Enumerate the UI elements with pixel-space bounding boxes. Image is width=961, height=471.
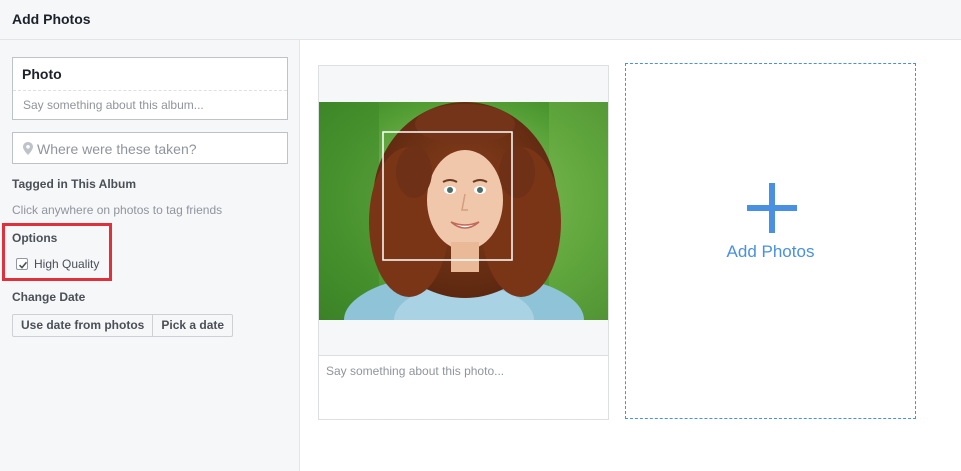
photo-grid: Say something about this photo... Add Ph… bbox=[301, 40, 961, 471]
date-button-group: Use date from photos Pick a date bbox=[12, 314, 234, 337]
add-photos-dropzone[interactable]: Add Photos bbox=[625, 63, 916, 419]
album-title-input[interactable]: Photo bbox=[22, 66, 62, 82]
plus-icon bbox=[747, 183, 797, 233]
location-input[interactable]: Where were these taken? bbox=[12, 132, 288, 164]
album-info-box: Photo Say something about this album... bbox=[12, 57, 288, 120]
album-sidebar: Photo Say something about this album... … bbox=[0, 40, 300, 471]
album-divider bbox=[13, 90, 287, 91]
add-photos-label: Add Photos bbox=[726, 242, 815, 261]
dialog-title: Add Photos bbox=[12, 11, 91, 27]
dialog-header: Add Photos bbox=[0, 0, 961, 40]
map-pin-icon bbox=[23, 142, 33, 155]
tagged-heading: Tagged in This Album bbox=[12, 177, 136, 191]
location-placeholder: Where were these taken? bbox=[37, 141, 197, 157]
album-description-input[interactable]: Say something about this album... bbox=[23, 98, 204, 112]
photo-caption-input[interactable]: Say something about this photo... bbox=[319, 355, 608, 419]
photo-caption-placeholder: Say something about this photo... bbox=[326, 364, 505, 378]
change-date-heading: Change Date bbox=[12, 290, 86, 304]
pick-a-date-button[interactable]: Pick a date bbox=[153, 314, 234, 337]
photo-card: Say something about this photo... bbox=[318, 65, 609, 420]
high-quality-checkbox[interactable] bbox=[16, 258, 28, 270]
options-heading: Options bbox=[12, 231, 58, 245]
high-quality-label: High Quality bbox=[34, 257, 100, 271]
tagged-hint: Click anywhere on photos to tag friends bbox=[12, 203, 223, 217]
checkmark-icon bbox=[18, 261, 28, 269]
use-date-from-photos-button[interactable]: Use date from photos bbox=[12, 314, 154, 337]
portrait-photo bbox=[319, 102, 608, 320]
photo-thumbnail[interactable] bbox=[319, 102, 608, 320]
